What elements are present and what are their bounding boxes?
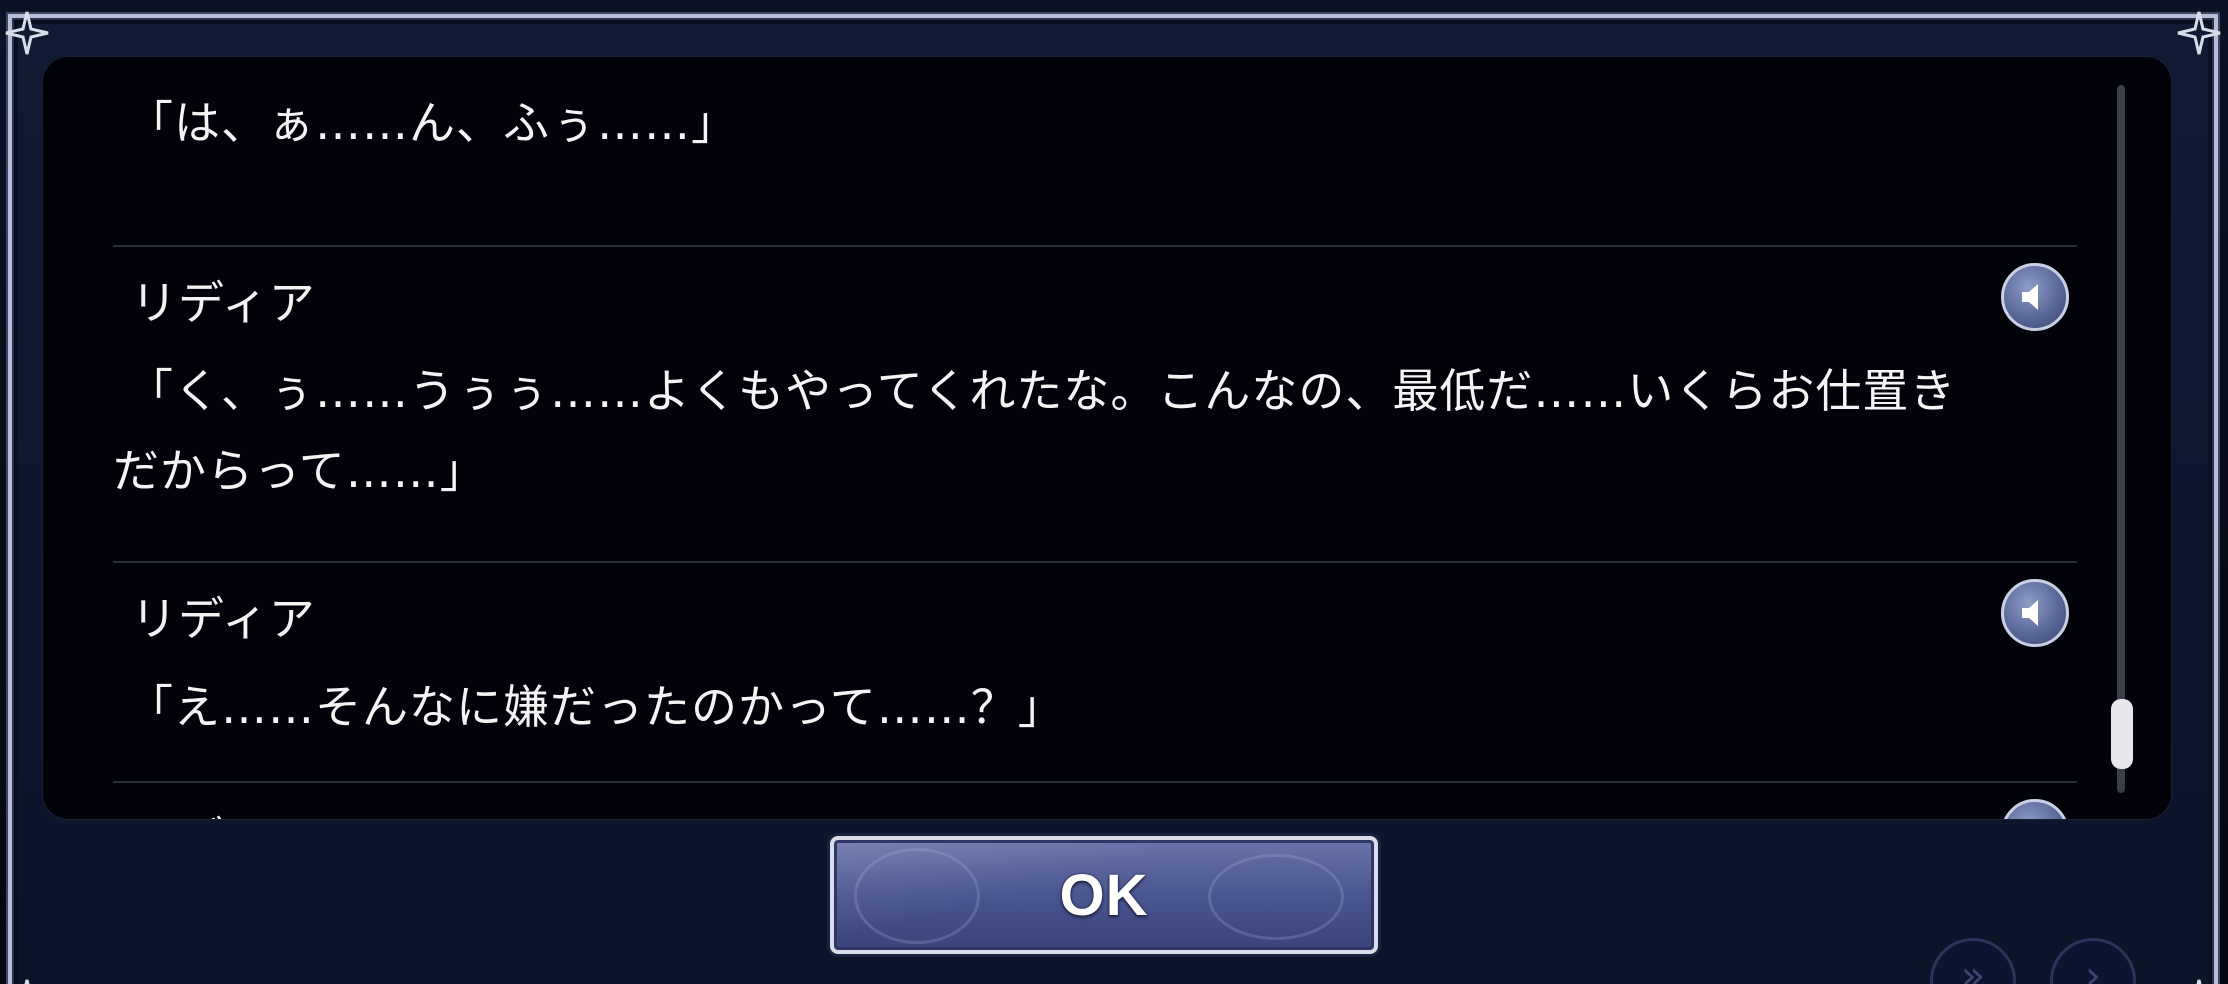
speaker-name: リディア: [113, 783, 2077, 819]
corner-ornament-icon: [2176, 10, 2222, 56]
corner-ornament-icon: [4, 978, 50, 984]
backlog-scroll-area[interactable]: 「は、ぁ……ん、ふぅ……」 リディア 「く、ぅ……うぅぅ……よくもやってくれたな…: [43, 57, 2123, 819]
speaker-icon: [2016, 814, 2054, 819]
scrollbar-track[interactable]: [2117, 85, 2125, 793]
log-entry: リディア 「え……そんなに嫌だったのかって……？」: [113, 563, 2077, 783]
voice-replay-button[interactable]: [2001, 263, 2069, 331]
speaker-name: リディア: [131, 592, 316, 646]
log-entry: 「は、ぁ……ん、ふぅ……」: [113, 57, 2077, 247]
corner-ornament-icon: [4, 10, 50, 56]
backlog-list: 「は、ぁ……ん、ふぅ……」 リディア 「く、ぅ……うぅぅ……よくもやってくれたな…: [43, 57, 2123, 819]
speaker-icon: [2022, 284, 2038, 310]
log-line: 「え……そんなに嫌だったのかって……？」: [127, 680, 1065, 734]
log-entry: リディア: [113, 783, 2077, 819]
backlog-panel[interactable]: 「は、ぁ……ん、ふぅ……」 リディア 「く、ぅ……うぅぅ……よくもやってくれたな…: [42, 56, 2172, 820]
log-line: 「く、ぅ……うぅぅ……よくもやってくれたな。こんなの、最低だ……いくらお仕置き: [127, 364, 1957, 418]
log-line: だからって……」: [113, 444, 487, 498]
log-line: 「は、ぁ……ん、ふぅ……」: [127, 96, 738, 150]
backlog-screen: 「は、ぁ……ん、ふぅ……」 リディア 「く、ぅ……うぅぅ……よくもやってくれたな…: [0, 0, 2228, 984]
ok-button[interactable]: OK: [830, 836, 1378, 954]
ok-button-label: OK: [1059, 862, 1149, 928]
speaker-name: リディア: [131, 276, 316, 330]
corner-ornament-icon: [2176, 978, 2222, 984]
speaker-icon: [2022, 600, 2038, 626]
log-entry: リディア 「く、ぅ……うぅぅ……よくもやってくれたな。こんなの、最低だ……いくら…: [113, 247, 2077, 563]
scrollbar-thumb[interactable]: [2111, 699, 2133, 769]
voice-replay-button[interactable]: [2001, 579, 2069, 647]
